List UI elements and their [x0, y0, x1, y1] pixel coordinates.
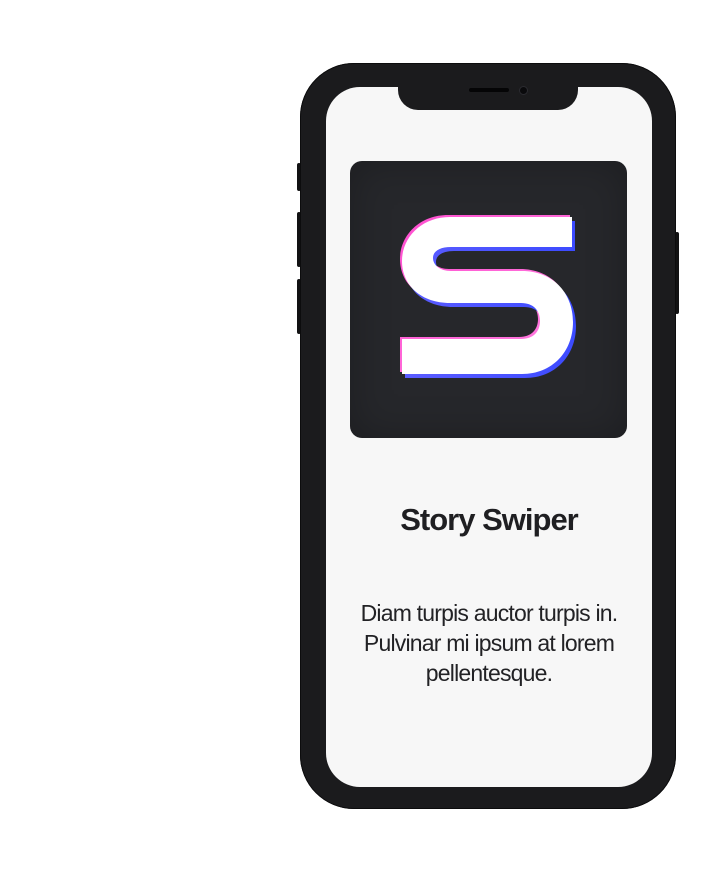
front-camera-icon — [519, 86, 528, 95]
logo-svg — [400, 215, 576, 378]
story-swiper-logo-icon[interactable] — [350, 161, 627, 438]
app-description: Diam turpis auctor turpis in. Pulvinar m… — [360, 600, 619, 686]
page: Story Swiper Diam turpis auctor turpis i… — [0, 0, 708, 872]
logo-s-shape — [402, 217, 573, 374]
speaker-grille — [469, 88, 509, 92]
app-title: Story Swiper — [400, 502, 579, 537]
